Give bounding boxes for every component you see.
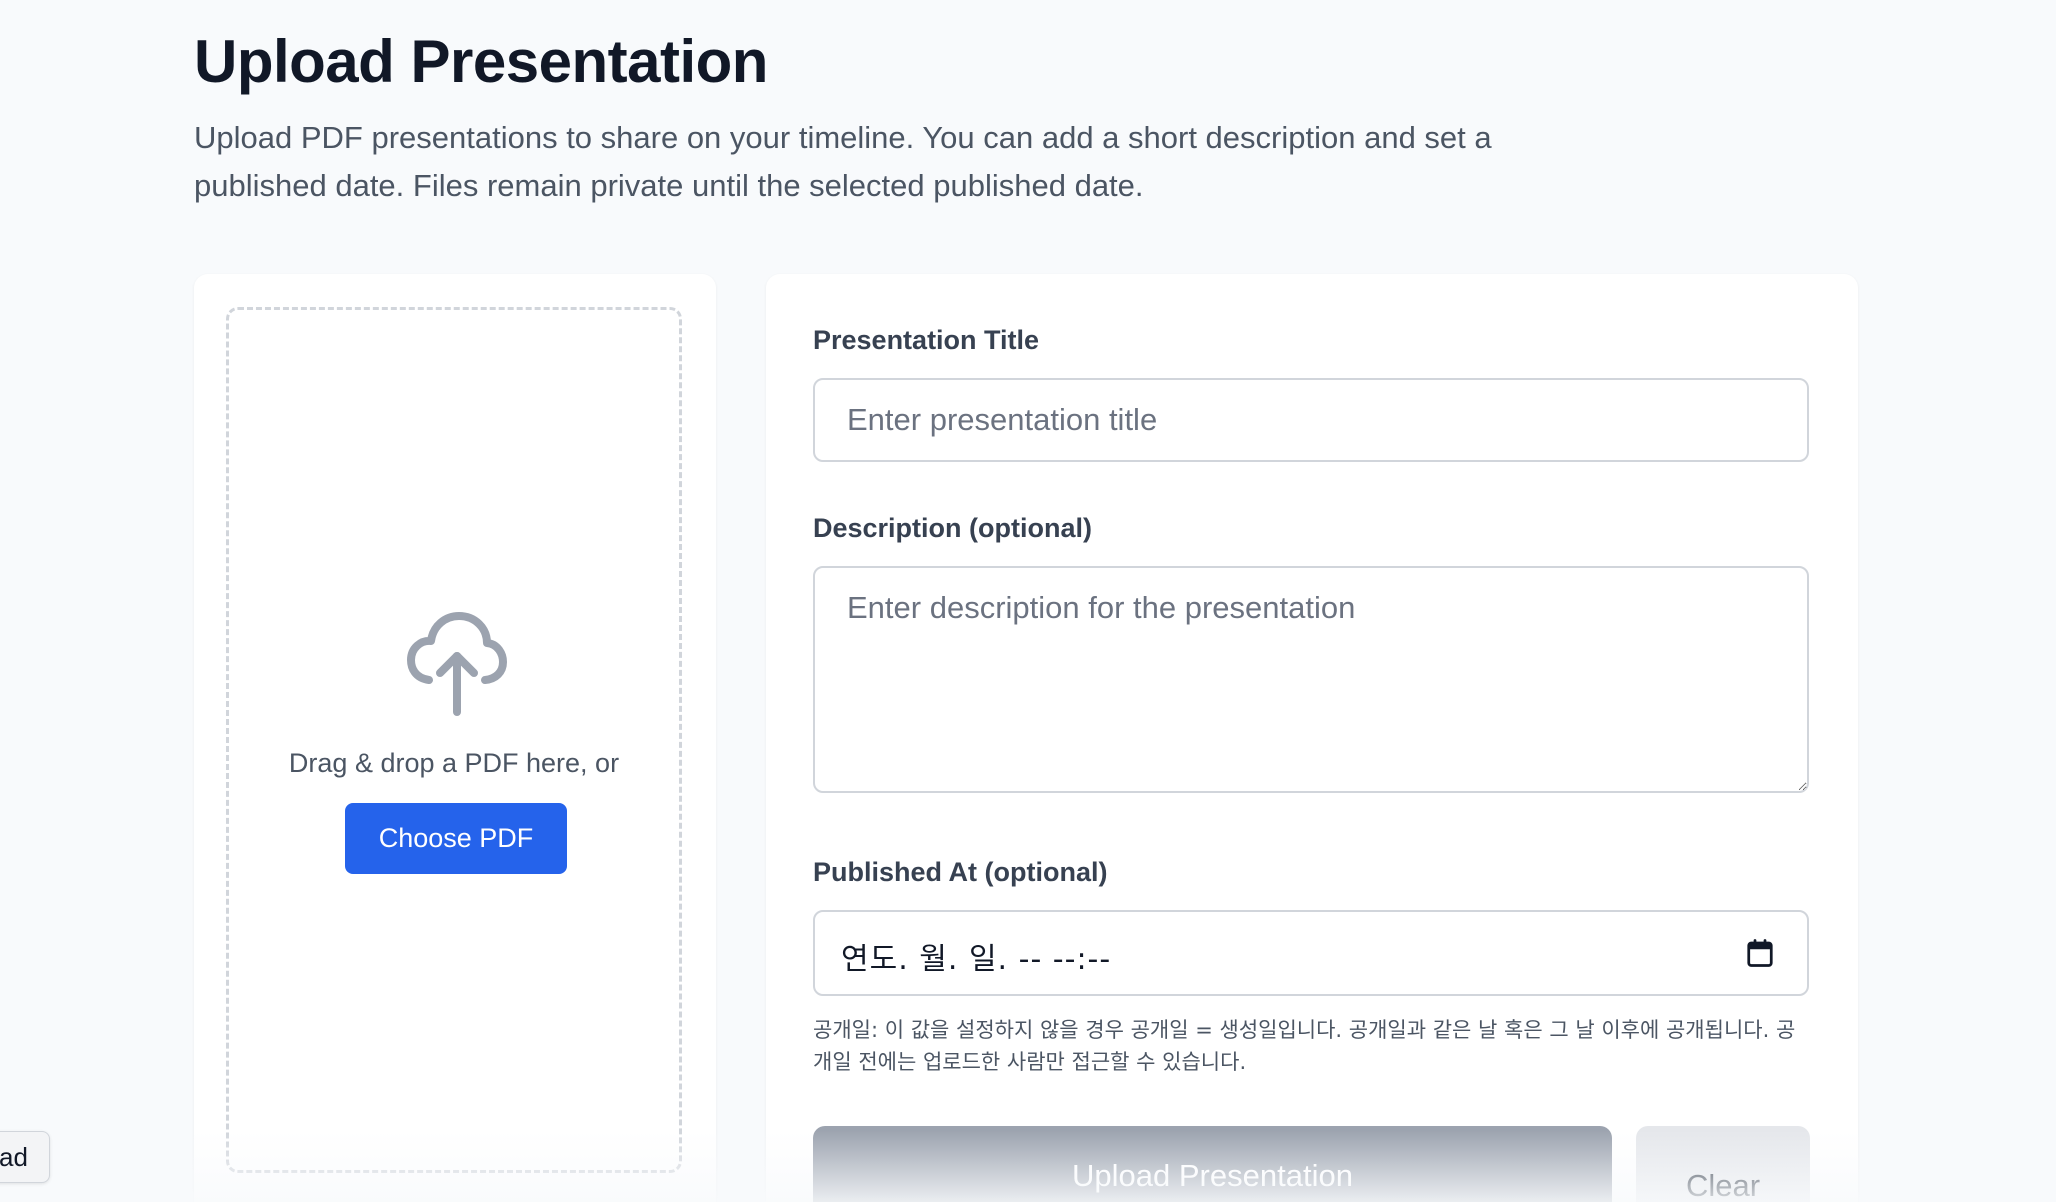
title-input[interactable] xyxy=(813,378,1809,462)
upload-presentation-button[interactable]: Upload Presentation xyxy=(813,1126,1612,1202)
upload-form: Presentation Title Description (optional… xyxy=(766,274,1858,1202)
side-tab[interactable]: ad xyxy=(0,1131,50,1183)
page: Upload Presentation Upload PDF presentat… xyxy=(0,0,2056,1202)
upload-card: Drag & drop a PDF here, or Choose PDF xyxy=(194,274,716,1202)
description-textarea[interactable] xyxy=(813,566,1809,793)
pdf-dropzone[interactable]: Drag & drop a PDF here, or Choose PDF xyxy=(226,307,682,1173)
published-at-help: 공개일: 이 값을 설정하지 않을 경우 공개일 = 생성일입니다. 공개일과 … xyxy=(813,1018,1796,1074)
page-description: Upload PDF presentations to share on you… xyxy=(194,120,1492,203)
dropzone-prompt: Drag & drop a PDF here, or xyxy=(288,748,620,778)
published-at-label: Published At (optional) xyxy=(813,857,1108,887)
title-label: Presentation Title xyxy=(813,325,1040,355)
page-title: Upload Presentation xyxy=(194,28,768,95)
cloud-upload-icon xyxy=(407,612,507,716)
choose-pdf-button[interactable]: Choose PDF xyxy=(345,803,567,874)
clear-button[interactable]: Clear xyxy=(1636,1126,1810,1202)
description-label: Description (optional) xyxy=(813,513,1092,543)
published-at-value: 연도. 월. 일. -- --:-- xyxy=(841,942,1112,977)
calendar-icon[interactable] xyxy=(1745,938,1775,968)
published-at-input[interactable]: 연도. 월. 일. -- --:-- xyxy=(813,910,1809,996)
